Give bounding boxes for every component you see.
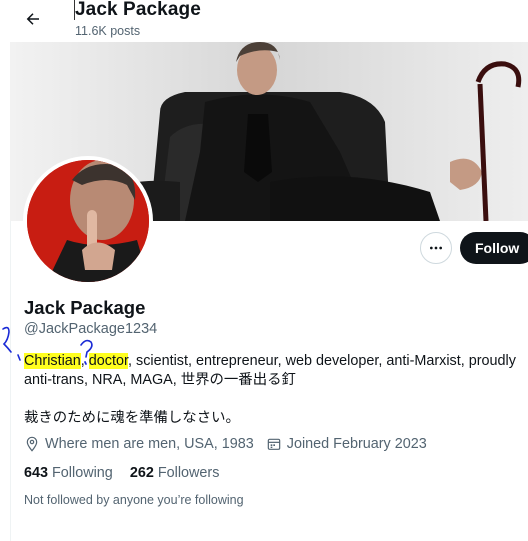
bio-highlight-doctor: doctor xyxy=(88,353,128,369)
bio-separator: , xyxy=(80,353,89,369)
bio-second-line: 裁きのために魂を準備しなさい。 xyxy=(24,410,240,426)
following-count: 643 xyxy=(24,465,49,481)
post-count: 11.6K posts xyxy=(75,24,141,38)
profile-handle: @JackPackage1234 xyxy=(24,321,158,337)
bio-highlight-christian: Christian xyxy=(24,353,81,369)
following-link[interactable]: 643 Following xyxy=(24,465,113,481)
location-text: Where men are men, USA, 1983 xyxy=(45,436,254,452)
profile-meta: Where men are men, USA, 1983 Joined Febr… xyxy=(24,435,427,453)
more-options-button[interactable] xyxy=(420,232,452,264)
profile-header: Jack Package 11.6K posts xyxy=(0,0,528,42)
following-label: Following xyxy=(52,465,113,481)
profile-bio: Christian, doctor, scientist, entreprene… xyxy=(24,352,520,390)
calendar-icon xyxy=(266,436,282,452)
followers-label: Followers xyxy=(157,465,220,481)
joined-text: Joined February 2023 xyxy=(286,436,427,452)
more-dots-icon xyxy=(430,246,442,250)
header-title: Jack Package xyxy=(75,0,201,20)
avatar-image xyxy=(27,160,149,282)
back-button[interactable] xyxy=(20,6,46,32)
follow-button[interactable]: Follow xyxy=(460,232,528,264)
arrow-left-icon xyxy=(26,13,39,25)
followers-link[interactable]: 262 Followers xyxy=(130,465,220,481)
joined-item: Joined February 2023 xyxy=(266,436,427,452)
follow-counts: 643 Following 262 Followers xyxy=(24,465,219,481)
location-item: Where men are men, USA, 1983 xyxy=(24,436,254,452)
followers-count: 262 xyxy=(129,465,154,481)
avatar[interactable] xyxy=(23,156,153,286)
not-followed-notice: Not followed by anyone you’re following xyxy=(24,493,244,507)
profile-name: Jack Package xyxy=(24,297,146,318)
location-pin-icon xyxy=(24,436,40,452)
